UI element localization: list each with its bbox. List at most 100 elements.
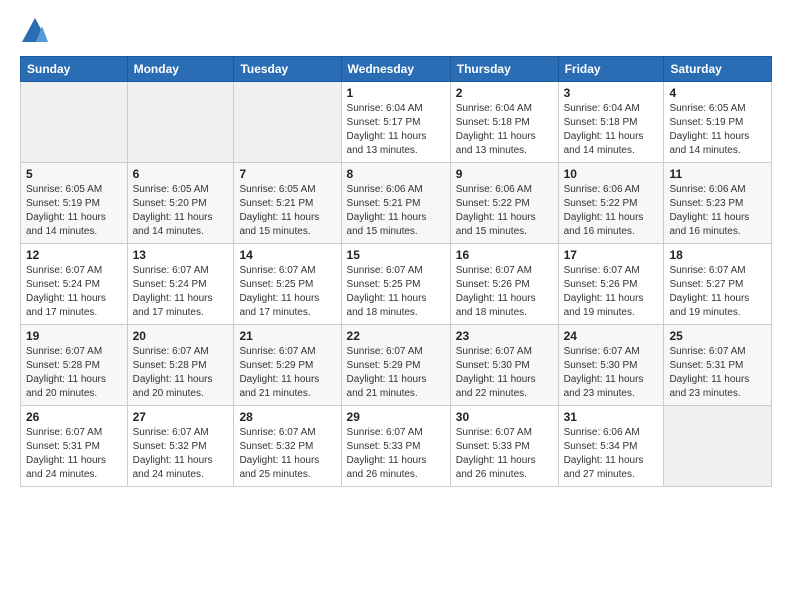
header bbox=[20, 16, 772, 46]
day-number: 11 bbox=[669, 167, 766, 181]
day-info: Sunrise: 6:04 AM Sunset: 5:18 PM Dayligh… bbox=[564, 102, 659, 158]
logo-icon bbox=[20, 16, 50, 46]
day-cell: 5 Sunrise: 6:05 AM Sunset: 5:19 PM Daylig… bbox=[21, 163, 128, 244]
day-info: Sunrise: 6:06 AM Sunset: 5:22 PM Dayligh… bbox=[564, 183, 659, 239]
weekday-header-monday: Monday bbox=[127, 57, 234, 82]
day-info: Sunrise: 6:04 AM Sunset: 5:17 PM Dayligh… bbox=[347, 102, 445, 158]
day-info: Sunrise: 6:07 AM Sunset: 5:24 PM Dayligh… bbox=[26, 264, 122, 320]
day-info: Sunrise: 6:07 AM Sunset: 5:33 PM Dayligh… bbox=[347, 426, 445, 482]
day-cell bbox=[234, 82, 341, 163]
day-cell: 21 Sunrise: 6:07 AM Sunset: 5:29 PM Dayli… bbox=[234, 325, 341, 406]
day-number: 16 bbox=[456, 248, 553, 262]
week-row-1: 1 Sunrise: 6:04 AM Sunset: 5:17 PM Daylig… bbox=[21, 82, 772, 163]
day-cell: 22 Sunrise: 6:07 AM Sunset: 5:29 PM Dayli… bbox=[341, 325, 450, 406]
day-info: Sunrise: 6:06 AM Sunset: 5:21 PM Dayligh… bbox=[347, 183, 445, 239]
day-info: Sunrise: 6:06 AM Sunset: 5:23 PM Dayligh… bbox=[669, 183, 766, 239]
day-cell: 31 Sunrise: 6:06 AM Sunset: 5:34 PM Dayli… bbox=[558, 406, 664, 487]
weekday-header-row: SundayMondayTuesdayWednesdayThursdayFrid… bbox=[21, 57, 772, 82]
day-cell bbox=[664, 406, 772, 487]
day-cell: 25 Sunrise: 6:07 AM Sunset: 5:31 PM Dayli… bbox=[664, 325, 772, 406]
day-cell bbox=[127, 82, 234, 163]
day-number: 12 bbox=[26, 248, 122, 262]
day-info: Sunrise: 6:07 AM Sunset: 5:24 PM Dayligh… bbox=[133, 264, 229, 320]
day-cell: 1 Sunrise: 6:04 AM Sunset: 5:17 PM Daylig… bbox=[341, 82, 450, 163]
day-info: Sunrise: 6:07 AM Sunset: 5:29 PM Dayligh… bbox=[347, 345, 445, 401]
day-cell: 26Sunrise: 6:07 AM Sunset: 5:31 PM Dayli… bbox=[21, 406, 128, 487]
day-info: Sunrise: 6:07 AM Sunset: 5:26 PM Dayligh… bbox=[564, 264, 659, 320]
calendar: SundayMondayTuesdayWednesdayThursdayFrid… bbox=[20, 56, 772, 487]
day-info: Sunrise: 6:05 AM Sunset: 5:20 PM Dayligh… bbox=[133, 183, 229, 239]
day-info: Sunrise: 6:07 AM Sunset: 5:25 PM Dayligh… bbox=[347, 264, 445, 320]
day-info: Sunrise: 6:07 AM Sunset: 5:29 PM Dayligh… bbox=[239, 345, 335, 401]
day-number: 9 bbox=[456, 167, 553, 181]
day-cell: 2 Sunrise: 6:04 AM Sunset: 5:18 PM Daylig… bbox=[450, 82, 558, 163]
day-number: 28 bbox=[239, 410, 335, 424]
day-number: 15 bbox=[347, 248, 445, 262]
day-info: Sunrise: 6:05 AM Sunset: 5:19 PM Dayligh… bbox=[669, 102, 766, 158]
day-number: 17 bbox=[564, 248, 659, 262]
day-number: 25 bbox=[669, 329, 766, 343]
day-cell: 30 Sunrise: 6:07 AM Sunset: 5:33 PM Dayli… bbox=[450, 406, 558, 487]
day-cell: 16 Sunrise: 6:07 AM Sunset: 5:26 PM Dayli… bbox=[450, 244, 558, 325]
day-info: Sunrise: 6:07 AM Sunset: 5:26 PM Dayligh… bbox=[456, 264, 553, 320]
day-number: 10 bbox=[564, 167, 659, 181]
day-cell: 12 Sunrise: 6:07 AM Sunset: 5:24 PM Dayli… bbox=[21, 244, 128, 325]
day-info: Sunrise: 6:07 AM Sunset: 5:27 PM Dayligh… bbox=[669, 264, 766, 320]
day-number: 13 bbox=[133, 248, 229, 262]
day-number: 4 bbox=[669, 86, 766, 100]
day-info: Sunrise: 6:07 AM Sunset: 5:25 PM Dayligh… bbox=[239, 264, 335, 320]
day-number: 2 bbox=[456, 86, 553, 100]
day-info: Sunrise: 6:07 AM Sunset: 5:31 PM Dayligh… bbox=[669, 345, 766, 401]
day-info: Sunrise: 6:04 AM Sunset: 5:18 PM Dayligh… bbox=[456, 102, 553, 158]
day-number: 21 bbox=[239, 329, 335, 343]
day-number: 20 bbox=[133, 329, 229, 343]
day-info: Sunrise: 6:07 AM Sunset: 5:32 PM Dayligh… bbox=[133, 426, 229, 482]
day-info: Sunrise: 6:07 AM Sunset: 5:30 PM Dayligh… bbox=[456, 345, 553, 401]
day-number: 26 bbox=[26, 410, 122, 424]
day-cell: 28 Sunrise: 6:07 AM Sunset: 5:32 PM Dayli… bbox=[234, 406, 341, 487]
day-number: 8 bbox=[347, 167, 445, 181]
day-number: 27 bbox=[133, 410, 229, 424]
week-row-2: 5 Sunrise: 6:05 AM Sunset: 5:19 PM Daylig… bbox=[21, 163, 772, 244]
day-info: Sunrise: 6:07 AM Sunset: 5:28 PM Dayligh… bbox=[26, 345, 122, 401]
day-number: 22 bbox=[347, 329, 445, 343]
page: SundayMondayTuesdayWednesdayThursdayFrid… bbox=[0, 0, 792, 612]
day-cell: 13 Sunrise: 6:07 AM Sunset: 5:24 PM Dayli… bbox=[127, 244, 234, 325]
day-number: 5 bbox=[26, 167, 122, 181]
day-number: 1 bbox=[347, 86, 445, 100]
day-number: 6 bbox=[133, 167, 229, 181]
day-cell: 4 Sunrise: 6:05 AM Sunset: 5:19 PM Daylig… bbox=[664, 82, 772, 163]
day-number: 7 bbox=[239, 167, 335, 181]
day-cell bbox=[21, 82, 128, 163]
week-row-3: 12 Sunrise: 6:07 AM Sunset: 5:24 PM Dayli… bbox=[21, 244, 772, 325]
day-cell: 7Sunrise: 6:05 AM Sunset: 5:21 PM Daylig… bbox=[234, 163, 341, 244]
day-cell: 19Sunrise: 6:07 AM Sunset: 5:28 PM Dayli… bbox=[21, 325, 128, 406]
day-number: 18 bbox=[669, 248, 766, 262]
weekday-header-saturday: Saturday bbox=[664, 57, 772, 82]
day-number: 31 bbox=[564, 410, 659, 424]
weekday-header-thursday: Thursday bbox=[450, 57, 558, 82]
day-cell: 15 Sunrise: 6:07 AM Sunset: 5:25 PM Dayli… bbox=[341, 244, 450, 325]
day-cell: 27 Sunrise: 6:07 AM Sunset: 5:32 PM Dayli… bbox=[127, 406, 234, 487]
day-info: Sunrise: 6:07 AM Sunset: 5:32 PM Dayligh… bbox=[239, 426, 335, 482]
day-cell: 8 Sunrise: 6:06 AM Sunset: 5:21 PM Daylig… bbox=[341, 163, 450, 244]
day-info: Sunrise: 6:07 AM Sunset: 5:33 PM Dayligh… bbox=[456, 426, 553, 482]
weekday-header-friday: Friday bbox=[558, 57, 664, 82]
day-info: Sunrise: 6:06 AM Sunset: 5:34 PM Dayligh… bbox=[564, 426, 659, 482]
day-cell: 10 Sunrise: 6:06 AM Sunset: 5:22 PM Dayli… bbox=[558, 163, 664, 244]
day-info: Sunrise: 6:05 AM Sunset: 5:19 PM Dayligh… bbox=[26, 183, 122, 239]
day-number: 23 bbox=[456, 329, 553, 343]
day-cell: 17 Sunrise: 6:07 AM Sunset: 5:26 PM Dayli… bbox=[558, 244, 664, 325]
day-number: 14 bbox=[239, 248, 335, 262]
day-cell: 6 Sunrise: 6:05 AM Sunset: 5:20 PM Daylig… bbox=[127, 163, 234, 244]
weekday-header-tuesday: Tuesday bbox=[234, 57, 341, 82]
day-info: Sunrise: 6:07 AM Sunset: 5:30 PM Dayligh… bbox=[564, 345, 659, 401]
day-cell: 11 Sunrise: 6:06 AM Sunset: 5:23 PM Dayli… bbox=[664, 163, 772, 244]
day-number: 30 bbox=[456, 410, 553, 424]
week-row-4: 19Sunrise: 6:07 AM Sunset: 5:28 PM Dayli… bbox=[21, 325, 772, 406]
day-cell: 18 Sunrise: 6:07 AM Sunset: 5:27 PM Dayli… bbox=[664, 244, 772, 325]
day-info: Sunrise: 6:07 AM Sunset: 5:28 PM Dayligh… bbox=[133, 345, 229, 401]
weekday-header-wednesday: Wednesday bbox=[341, 57, 450, 82]
logo bbox=[20, 16, 54, 46]
day-number: 24 bbox=[564, 329, 659, 343]
